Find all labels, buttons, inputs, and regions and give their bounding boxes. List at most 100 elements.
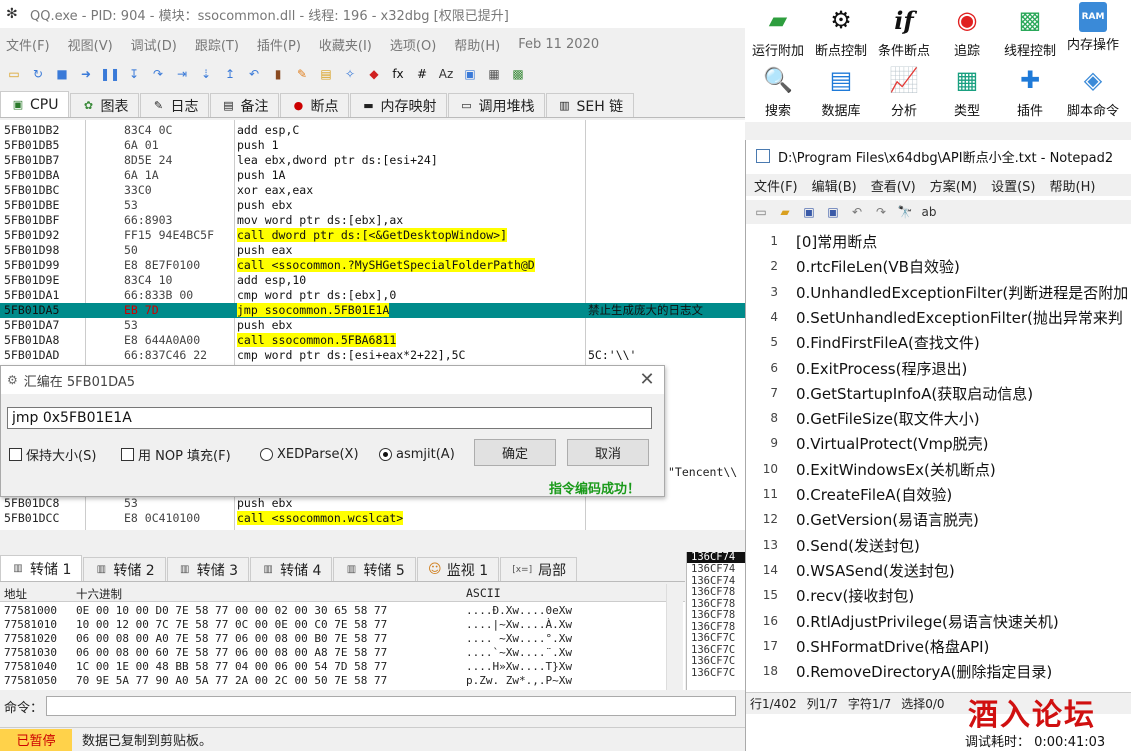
dump-row[interactable]: 77581020 06 00 08 00 A0 7E 58 77 06 00 08… — [0, 632, 660, 645]
disasm-row[interactable]: 5FB01DB5 6A 01 push 1 — [0, 138, 745, 153]
notepad-menu-item[interactable]: 查看(V) — [871, 176, 916, 195]
toolbar-button-icon[interactable]: ↥ — [220, 64, 240, 84]
toolbar-button-icon[interactable]: ↷ — [148, 64, 168, 84]
disasm-row[interactable]: 5FB01DB7 8D5E 24 lea ebx,dword ptr ds:[esi… — [0, 153, 745, 168]
notepad-line[interactable]: 17 0.SHFormatDrive(格盘API) — [746, 633, 1131, 658]
stack-row[interactable]: 136CF78 — [691, 610, 735, 621]
dump-row[interactable]: 77581050 70 9E 5A 77 90 A0 5A 77 2A 00 2C… — [0, 674, 660, 687]
stack-row[interactable]: 136CF7C — [691, 633, 735, 644]
disasm-row[interactable]: 5FB01DB2 83C4 0C add esp,C — [0, 123, 745, 138]
plugin-button-if[interactable]: if 条件断点 — [871, 2, 937, 60]
toolbar-button-icon[interactable]: ▦ — [484, 64, 504, 84]
asmjit-radio[interactable]: asmjit(A) — [379, 444, 455, 464]
notepad-line[interactable]: 10 0.ExitWindowsEx(关机断点) — [746, 456, 1131, 481]
plugin-button-search[interactable]: 🔍 搜索 — [745, 62, 811, 120]
toolbar-button-icon[interactable]: ✧ — [340, 64, 360, 84]
notepad-tool-icon[interactable]: ab — [920, 203, 938, 221]
toolbar-button-icon[interactable]: ⇣ — [196, 64, 216, 84]
stack-row[interactable]: 136CF7C — [691, 656, 735, 667]
disasm-row[interactable]: 5FB01DCC E8 0C410100 call <ssocommon.wcslc… — [0, 511, 745, 526]
notepad-line[interactable]: 16 0.RtlAdjustPrivilege(易语言快速关机) — [746, 608, 1131, 633]
assemble-instruction-input[interactable] — [7, 407, 652, 429]
disasm-row[interactable]: 5FB01DBC 33C0 xor eax,eax — [0, 183, 745, 198]
notepad-line[interactable]: 4 0.SetUnhandledExceptionFilter(抛出异常来判 — [746, 304, 1131, 329]
stack-row[interactable]: 136CF78 — [691, 598, 735, 610]
plugin-button-grid[interactable]: ▦ 类型 — [934, 62, 1000, 120]
keep-size-checkbox[interactable]: 保持大小(S) — [9, 444, 96, 464]
notepad-line[interactable]: 6 0.ExitProcess(程序退出) — [746, 355, 1131, 380]
stack-top-row[interactable]: 136CF74 — [687, 552, 745, 563]
menu-item[interactable]: 插件(P) — [257, 35, 301, 54]
stack-row[interactable]: 136CF7C — [691, 644, 735, 656]
tab-log[interactable]: ✎ 日志 — [140, 93, 210, 117]
menu-item[interactable]: 选项(O) — [390, 35, 436, 54]
notepad-editor[interactable]: 1 [0]常用断点 2 0.rtcFileLen(VB自效验) 3 0.Unhandled… — [746, 228, 1131, 688]
disasm-row[interactable]: 5FB01D9E 83C4 10 add esp,10 — [0, 273, 745, 288]
toolbar-button-icon[interactable]: ▤ — [316, 64, 336, 84]
menu-item[interactable]: 文件(F) — [6, 35, 50, 54]
disasm-row[interactable]: 5FB01D98 50 push eax — [0, 243, 745, 258]
toolbar-button-icon[interactable]: ◆ — [364, 64, 384, 84]
tab-notes[interactable]: ▤ 备注 — [210, 93, 280, 117]
plugin-button-gear[interactable]: ⚙ 断点控制 — [808, 2, 874, 60]
tab-breakpoint[interactable]: ● 断点 — [280, 93, 350, 117]
toolbar-button-icon[interactable]: # — [412, 64, 432, 84]
tab-dump-1[interactable]: ▥ 转储 1 — [0, 555, 83, 581]
hex-dump-view[interactable]: 地址 十六进制 ASCII 77581000 0E 00 10 00 D0 7E … — [0, 584, 685, 690]
notepad-menu-item[interactable]: 文件(F) — [754, 176, 798, 195]
disasm-row[interactable]: 5FB01DA8 E8 644A0A00 call ssocommon.5FBA68… — [0, 333, 745, 348]
disasm-row[interactable]: 5FB01D99 E8 8E7F0100 call <ssocommon.?MySH… — [0, 258, 745, 273]
tab-call-stack[interactable]: ▭ 调用堆栈 — [448, 93, 546, 117]
notepad-tool-icon[interactable]: 🔭 — [896, 203, 914, 221]
xedparse-radio[interactable]: XEDParse(X) — [260, 444, 359, 464]
plugin-button-puzzle[interactable]: ✚ 插件 — [997, 62, 1063, 120]
disasm-row[interactable]: 5FB01DAD 66:837C46 22 cmp word ptr ds:[esi… — [0, 348, 745, 363]
dump-row[interactable]: 77581030 06 00 08 00 60 7E 58 77 06 00 08… — [0, 646, 660, 659]
toolbar-button-icon[interactable]: ▭ — [4, 64, 24, 84]
menu-item[interactable]: 收藏夹(I) — [319, 35, 372, 54]
disasm-row[interactable]: 5FB01DC8 53 push ebx — [0, 496, 745, 511]
tab-dump-3[interactable]: ▥ 转储 3 — [166, 557, 250, 581]
tab-dump-4[interactable]: ▥ 转储 4 — [250, 557, 333, 581]
disasm-row[interactable]: 5FB01DBA 6A 1A push 1A — [0, 168, 745, 183]
notepad-line[interactable]: 7 0.GetStartupInfoA(获取启动信息) — [746, 380, 1131, 405]
disasm-row[interactable]: 5FB01DBE 53 push ebx — [0, 198, 745, 213]
toolbar-button-icon[interactable]: ↧ — [124, 64, 144, 84]
menu-item[interactable]: 跟踪(T) — [195, 35, 239, 54]
disasm-row[interactable]: 5FB01D92 FF15 94E4BC5F call dword ptr ds:[… — [0, 228, 745, 243]
toolbar-button-icon[interactable]: Az — [436, 64, 456, 84]
close-icon[interactable]: ✕ — [637, 370, 657, 390]
notepad-line[interactable]: 2 0.rtcFileLen(VB自效验) — [746, 253, 1131, 278]
notepad-menu-item[interactable]: 帮助(H) — [1050, 176, 1096, 195]
stack-row[interactable]: 136CF7C — [691, 667, 735, 679]
tab-locals[interactable]: [x=] 局部 — [500, 557, 578, 581]
tab-memory-map[interactable]: ▬ 内存映射 — [350, 93, 448, 117]
notepad-line[interactable]: 5 0.FindFirstFileA(查找文件) — [746, 329, 1131, 354]
command-input[interactable] — [46, 696, 736, 716]
notepad-menu-item[interactable]: 设置(S) — [991, 176, 1035, 195]
menu-item[interactable]: 帮助(H) — [454, 35, 500, 54]
stack-row[interactable]: 136CF74 — [691, 564, 735, 575]
toolbar-button-icon[interactable]: ❚❚ — [100, 64, 120, 84]
notepad-line[interactable]: 11 0.CreateFileA(自效验) — [746, 481, 1131, 506]
menu-item[interactable]: 调试(D) — [131, 35, 177, 54]
tab-watch[interactable]: ☺ 监视 1 — [416, 557, 500, 581]
tab-graph[interactable]: ✿ 图表 — [70, 93, 140, 117]
toolbar-button-icon[interactable]: fx — [388, 64, 408, 84]
notepad-line[interactable]: 14 0.WSASend(发送封包) — [746, 557, 1131, 582]
notepad-line[interactable]: 15 0.recv(接收封包) — [746, 582, 1131, 607]
toolbar-button-icon[interactable]: ■ — [52, 64, 72, 84]
plugin-button-monitor[interactable]: ▩ 线程控制 — [997, 2, 1063, 60]
toolbar-button-icon[interactable]: ▮ — [268, 64, 288, 84]
plugin-button-script[interactable]: ◈ 脚本命令 — [1060, 62, 1126, 120]
toolbar-button-icon[interactable]: ➜ — [76, 64, 96, 84]
notepad-line[interactable]: 8 0.GetFileSize(取文件大小) — [746, 405, 1131, 430]
nop-fill-checkbox[interactable]: 用 NOP 填充(F) — [121, 444, 231, 464]
notepad-line[interactable]: 13 0.Send(发送封包) — [746, 532, 1131, 557]
disasm-row[interactable]: 5FB01DBF 66:8903 mov word ptr ds:[ebx],ax — [0, 213, 745, 228]
ok-button[interactable]: 确定 — [474, 439, 556, 466]
notepad-tool-icon[interactable]: ▭ — [752, 203, 770, 221]
plugin-button-chart[interactable]: 📈 分析 — [871, 62, 937, 120]
notepad-tool-icon[interactable]: ▰ — [776, 203, 794, 221]
notepad-line[interactable]: 3 0.UnhandledExceptionFilter(判断进程是否附加 — [746, 279, 1131, 304]
